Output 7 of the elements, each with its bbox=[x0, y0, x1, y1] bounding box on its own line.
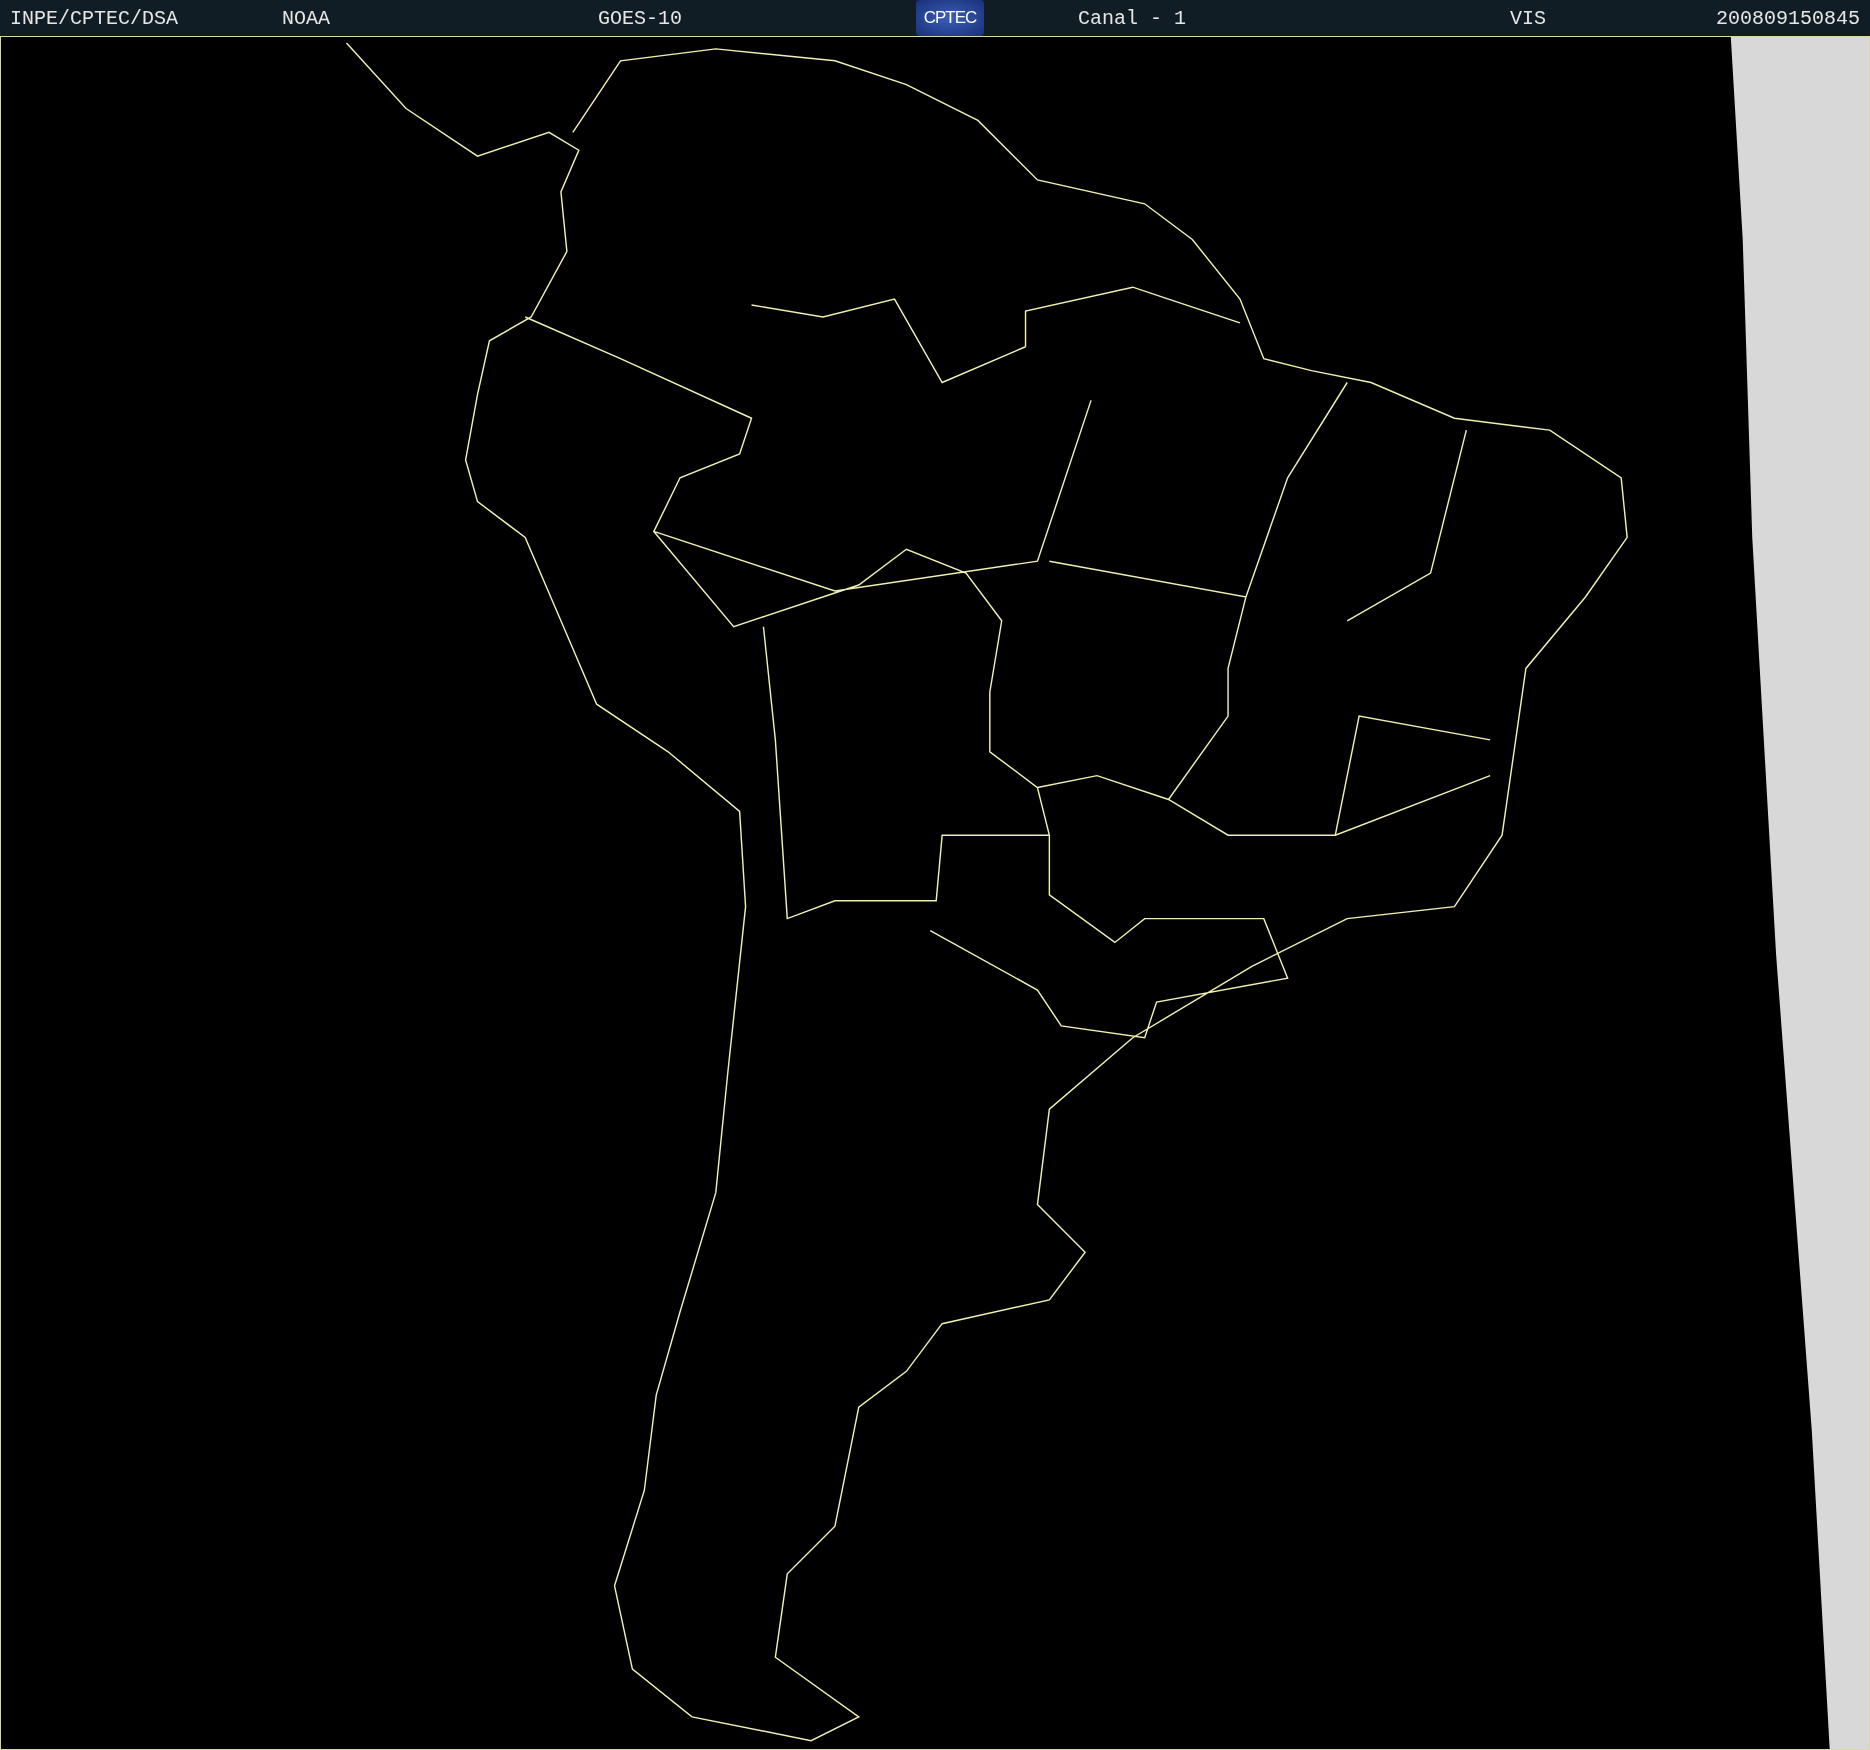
satellite-label: GOES-10 bbox=[598, 6, 682, 30]
channel-label: Canal - 1 bbox=[1078, 6, 1187, 30]
agency-label: NOAA bbox=[282, 6, 330, 30]
band-label: VIS bbox=[1510, 6, 1546, 30]
timestamp-label: 200809150845 bbox=[1715, 6, 1860, 30]
source-label: INPE/CPTEC/DSA bbox=[10, 6, 179, 30]
logo: CPTEC bbox=[916, 0, 984, 36]
